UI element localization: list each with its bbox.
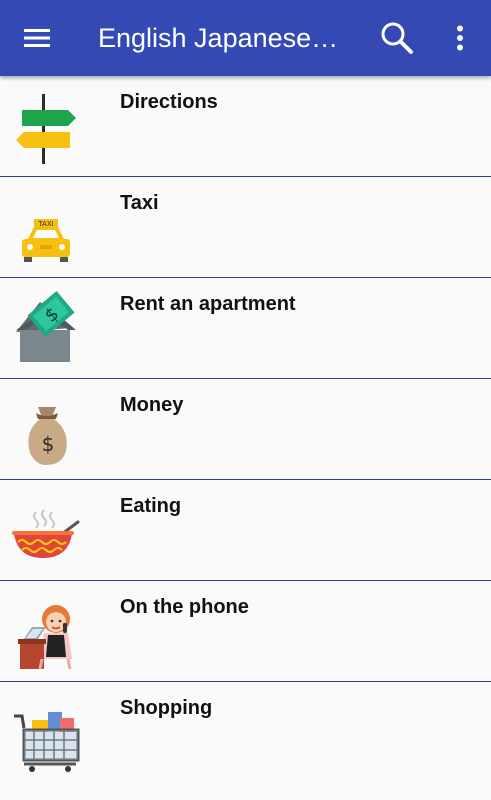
search-button[interactable]	[375, 18, 419, 58]
category-label: Money	[120, 394, 184, 416]
hamburger-menu-icon	[24, 29, 50, 47]
category-label: Rent an apartment	[120, 293, 296, 315]
category-label: Directions	[120, 91, 218, 113]
category-row-eating[interactable]: Eating	[0, 480, 491, 581]
svg-text:$: $	[42, 432, 55, 456]
category-label: Shopping	[120, 697, 213, 719]
category-label: Eating	[120, 495, 182, 517]
app-title: English Japanese…	[98, 23, 339, 53]
app-bar: English Japanese…	[0, 0, 491, 76]
shopping-cart-icon	[10, 694, 82, 772]
woman-phone-icon	[10, 593, 82, 671]
category-row-directions[interactable]: Directions	[0, 76, 491, 177]
money-bag-icon: $	[10, 391, 82, 469]
category-list: Directions TAXI Taxi $ Rent an apartment…	[0, 76, 491, 782]
signpost-icon	[10, 88, 82, 166]
category-row-money[interactable]: $ Money	[0, 379, 491, 480]
category-row-rent-apartment[interactable]: $ Rent an apartment	[0, 278, 491, 379]
category-row-taxi[interactable]: TAXI Taxi	[0, 177, 491, 278]
house-money-icon: $	[10, 290, 82, 368]
search-icon	[381, 22, 413, 54]
category-label: Taxi	[120, 192, 159, 214]
category-row-on-the-phone[interactable]: On the phone	[0, 581, 491, 682]
overflow-menu-button[interactable]	[442, 18, 478, 58]
more-vert-icon	[457, 25, 463, 51]
category-label: On the phone	[120, 596, 249, 618]
category-row-shopping[interactable]: Shopping	[0, 682, 491, 782]
hamburger-menu-button[interactable]	[14, 18, 62, 58]
food-bowl-icon	[10, 492, 82, 570]
taxi-icon: TAXI	[10, 189, 82, 267]
svg-text:TAXI: TAXI	[37, 220, 53, 228]
